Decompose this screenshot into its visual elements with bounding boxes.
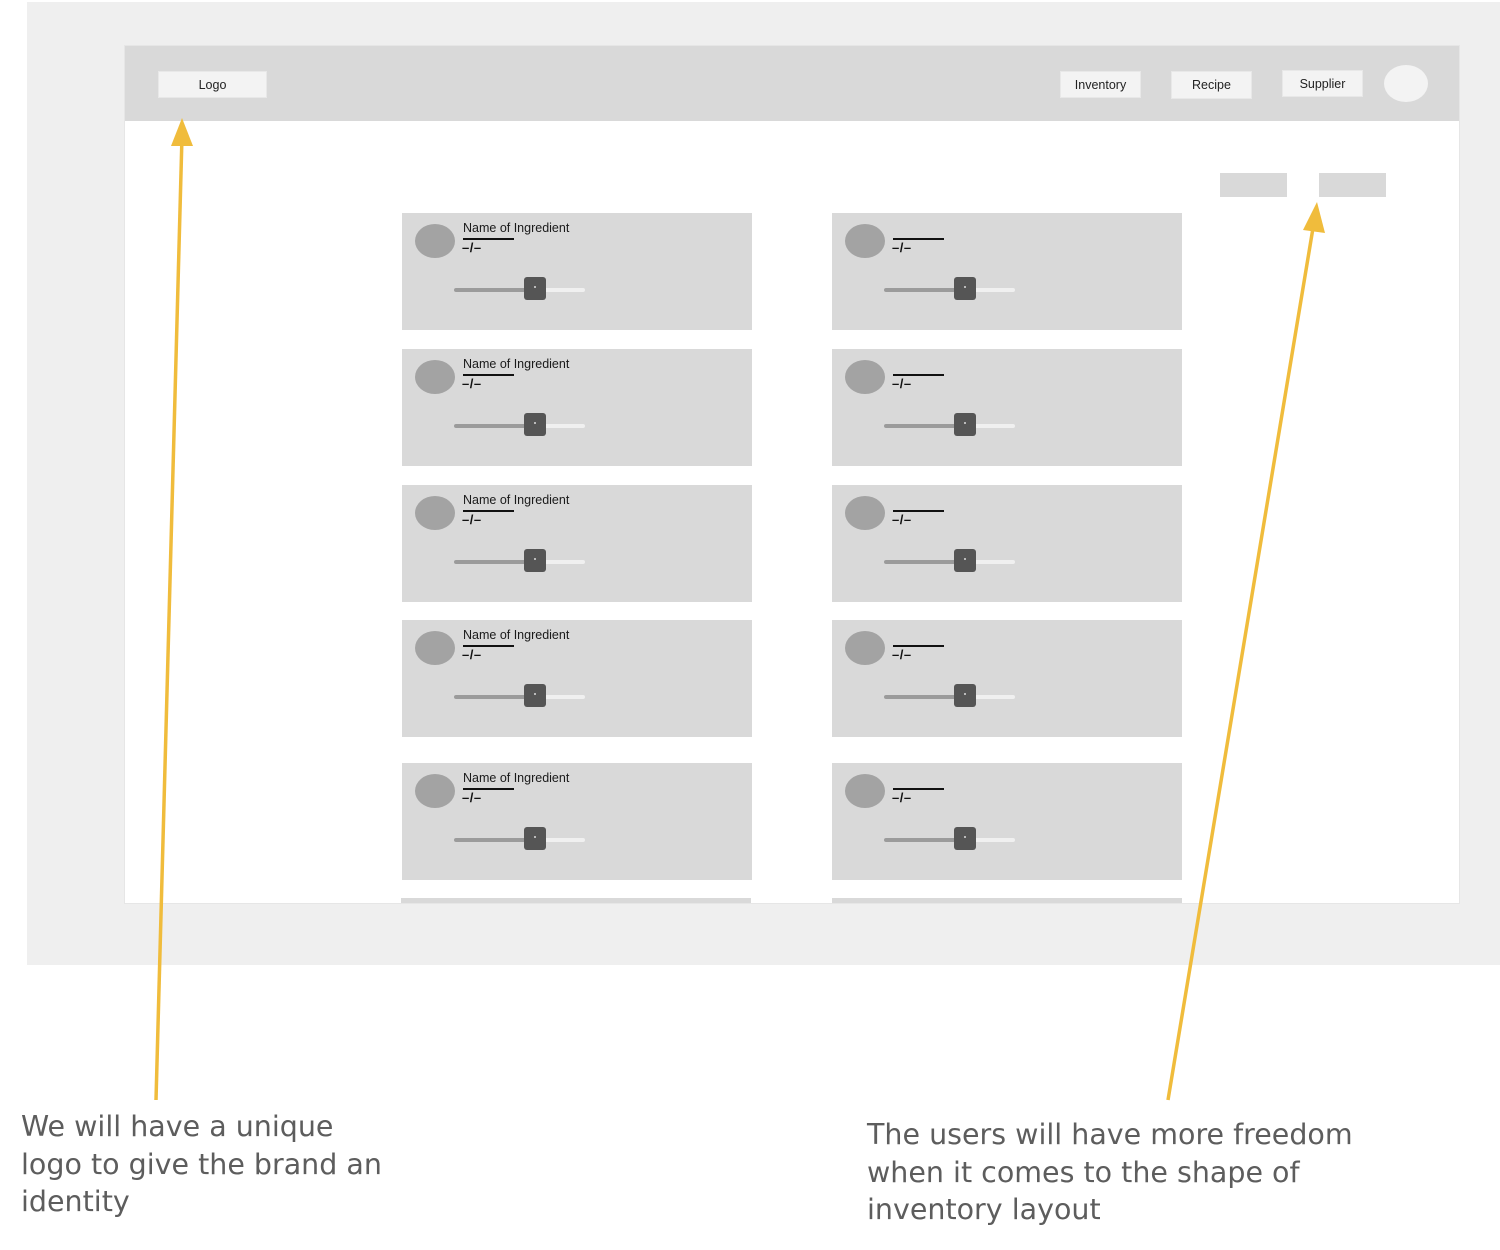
- ingredient-image-placeholder: [415, 774, 455, 808]
- user-avatar[interactable]: [1384, 65, 1428, 102]
- ingredient-quantity: –/–: [892, 240, 912, 255]
- ingredient-quantity: –/–: [462, 512, 482, 527]
- layout-action-button-2[interactable]: [1319, 173, 1386, 197]
- slider-handle[interactable]: [524, 827, 547, 850]
- next-card-peek: [832, 898, 1182, 903]
- ingredient-card[interactable]: –/–: [832, 620, 1182, 737]
- ingredient-image-placeholder: [845, 774, 885, 808]
- stock-slider[interactable]: [884, 413, 1015, 436]
- ingredient-card[interactable]: –/–: [832, 213, 1182, 330]
- ingredient-card[interactable]: Name of Ingredient –/–: [402, 213, 752, 330]
- ingredient-image-placeholder: [845, 631, 885, 665]
- ingredient-quantity: –/–: [892, 512, 912, 527]
- ingredient-image-placeholder: [415, 224, 455, 258]
- slider-handle[interactable]: [954, 549, 977, 572]
- slider-fill: [454, 838, 536, 842]
- ingredient-card[interactable]: Name of Ingredient –/–: [402, 485, 752, 602]
- ingredient-quantity: –/–: [462, 790, 482, 805]
- logo-annotation: We will have a unique logo to give the b…: [21, 1110, 382, 1218]
- ingredient-card[interactable]: –/–: [832, 763, 1182, 880]
- next-card-peek: [401, 898, 751, 903]
- slider-fill: [454, 560, 536, 564]
- ingredient-name: Name of Ingredient: [463, 628, 570, 642]
- slider-handle[interactable]: [954, 277, 977, 300]
- slider-fill: [884, 288, 966, 292]
- ingredient-card[interactable]: –/–: [832, 485, 1182, 602]
- ingredient-quantity: –/–: [462, 376, 482, 391]
- slider-fill: [454, 288, 536, 292]
- stock-slider[interactable]: [884, 277, 1015, 300]
- stock-slider[interactable]: [884, 827, 1015, 850]
- ingredient-image-placeholder: [415, 631, 455, 665]
- slider-fill: [884, 424, 966, 428]
- ingredient-quantity: –/–: [892, 647, 912, 662]
- ingredient-name: Name of Ingredient: [463, 493, 570, 507]
- layout-annotation: The users will have more freedom when it…: [867, 1118, 1353, 1226]
- ingredient-card[interactable]: Name of Ingredient –/–: [402, 349, 752, 466]
- nav-inventory-button[interactable]: Inventory: [1060, 71, 1141, 98]
- mockup-frame: Logo Inventory Recipe Supplier Name of I…: [27, 2, 1500, 965]
- ingredient-quantity: –/–: [892, 376, 912, 391]
- ingredient-image-placeholder: [845, 496, 885, 530]
- ingredient-quantity: –/–: [892, 790, 912, 805]
- stock-slider[interactable]: [454, 549, 585, 572]
- nav-supplier-button[interactable]: Supplier: [1282, 70, 1363, 97]
- ingredient-card[interactable]: Name of Ingredient –/–: [402, 620, 752, 737]
- ingredient-name: Name of Ingredient: [463, 771, 570, 785]
- ingredient-quantity: –/–: [462, 647, 482, 662]
- slider-handle[interactable]: [954, 684, 977, 707]
- ingredient-image-placeholder: [415, 496, 455, 530]
- stock-slider[interactable]: [454, 277, 585, 300]
- app-screen: Logo Inventory Recipe Supplier Name of I…: [125, 46, 1459, 903]
- ingredient-name: Name of Ingredient: [463, 221, 570, 235]
- ingredient-name: Name of Ingredient: [463, 357, 570, 371]
- ingredient-quantity: –/–: [462, 240, 482, 255]
- slider-fill: [454, 424, 536, 428]
- slider-fill: [454, 695, 536, 699]
- stock-slider[interactable]: [454, 827, 585, 850]
- slider-handle[interactable]: [524, 684, 547, 707]
- slider-handle[interactable]: [524, 413, 547, 436]
- layout-action-button-1[interactable]: [1220, 173, 1287, 197]
- slider-fill: [884, 695, 966, 699]
- logo-placeholder[interactable]: Logo: [158, 71, 267, 98]
- stock-slider[interactable]: [884, 549, 1015, 572]
- slider-fill: [884, 838, 966, 842]
- nav-recipe-button[interactable]: Recipe: [1171, 71, 1252, 99]
- slider-handle[interactable]: [954, 827, 977, 850]
- stock-slider[interactable]: [454, 684, 585, 707]
- slider-handle[interactable]: [524, 277, 547, 300]
- ingredient-card[interactable]: –/–: [832, 349, 1182, 466]
- slider-fill: [884, 560, 966, 564]
- ingredient-image-placeholder: [845, 360, 885, 394]
- stock-slider[interactable]: [884, 684, 1015, 707]
- stock-slider[interactable]: [454, 413, 585, 436]
- slider-handle[interactable]: [954, 413, 977, 436]
- ingredient-image-placeholder: [845, 224, 885, 258]
- slider-handle[interactable]: [524, 549, 547, 572]
- top-navbar: Logo Inventory Recipe Supplier: [125, 46, 1459, 121]
- ingredient-image-placeholder: [415, 360, 455, 394]
- ingredient-card[interactable]: Name of Ingredient –/–: [402, 763, 752, 880]
